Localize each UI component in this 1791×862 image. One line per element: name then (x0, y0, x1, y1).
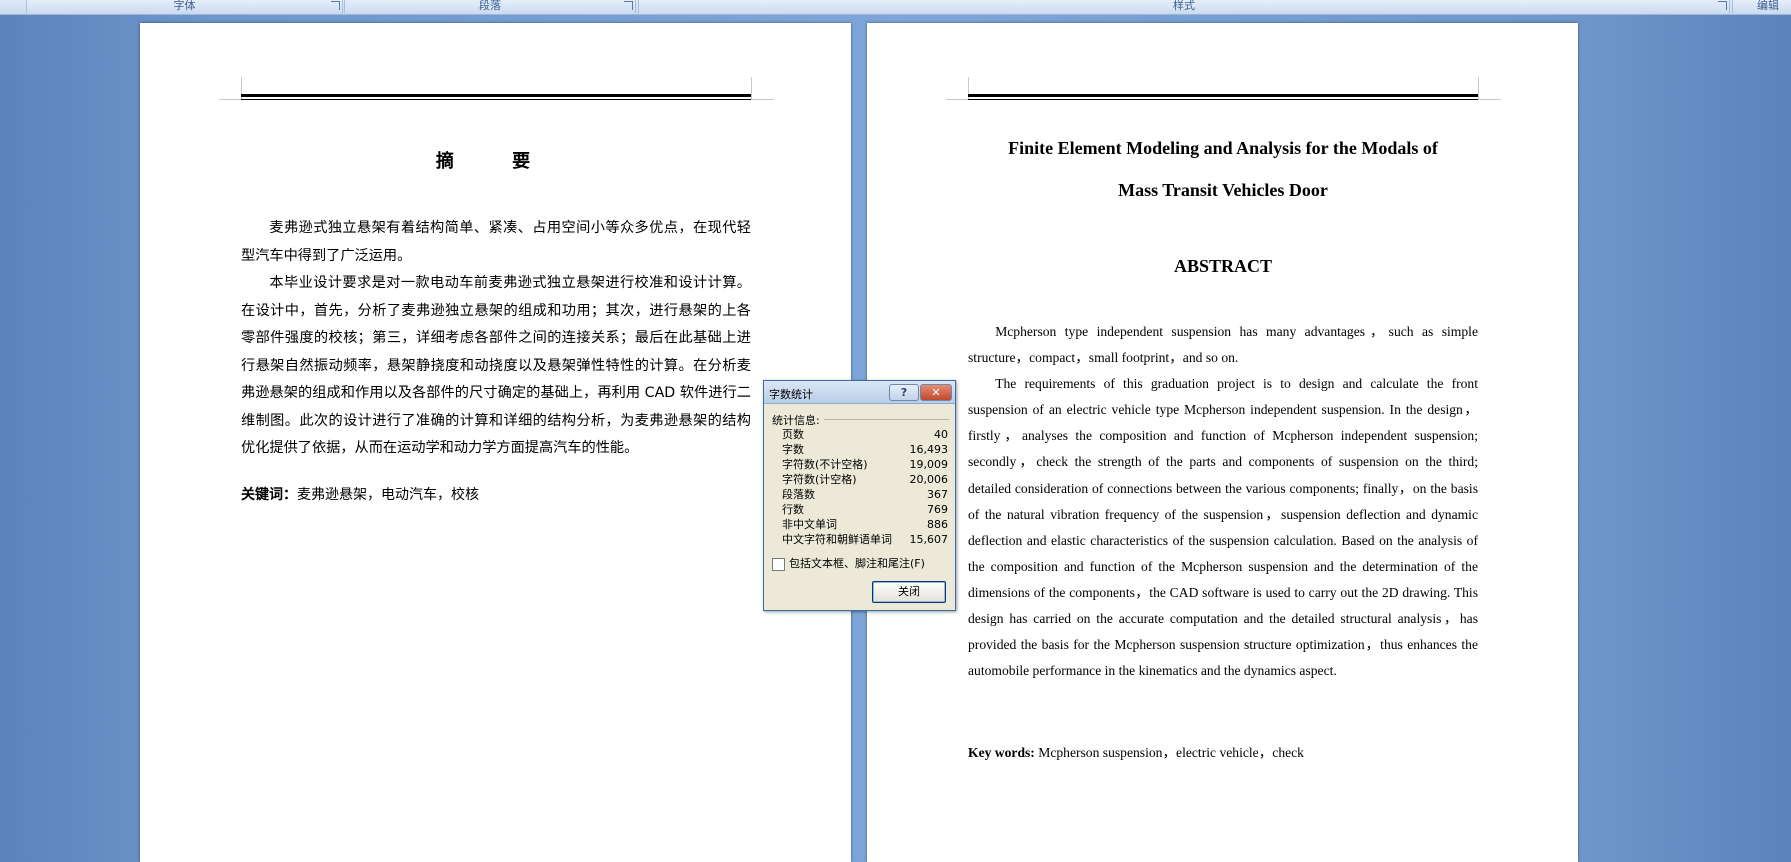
help-icon[interactable]: ? (889, 384, 919, 401)
stat-row: 非中文单词 886 (782, 517, 948, 532)
stat-label: 行数 (782, 503, 804, 516)
stat-value: 16,493 (909, 443, 949, 456)
keywords-text: Mcpherson suspension，electric vehicle，ch… (1038, 745, 1304, 760)
document-page-english-abstract[interactable]: Finite Element Modeling and Analysis for… (867, 23, 1578, 862)
keywords-label: 关键词： (241, 487, 297, 503)
stat-value: 40 (934, 428, 948, 441)
stat-label: 字符数(不计空格) (782, 458, 868, 471)
stat-label: 段落数 (782, 488, 815, 501)
document-page-chinese-abstract[interactable]: 摘 要 麦弗逊式独立悬架有着结构简单、紧凑、占用空间小等众多优点，在现代轻型汽车… (140, 23, 851, 862)
font-dialog-launcher-icon[interactable] (331, 1, 340, 10)
stat-label: 字数 (782, 443, 804, 456)
stat-row: 页数 40 (782, 427, 948, 442)
dialog-title: 字数统计 (769, 388, 813, 401)
ribbon-group-font: 字体 (26, 0, 343, 13)
header-rule (241, 94, 751, 100)
stat-row: 字数 16,493 (782, 442, 948, 457)
page-title: 摘 要 (435, 151, 557, 172)
header-rule (968, 94, 1478, 100)
margin-corner-mark (1478, 77, 1501, 100)
ribbon-group-editing-label: 编辑 (1757, 0, 1779, 12)
abstract-body: Mcpherson type independent suspension ha… (968, 319, 1478, 684)
margin-corner-mark (219, 77, 242, 100)
stat-label: 中文字符和朝鲜语单词 (782, 533, 892, 546)
paragraph-dialog-launcher-icon[interactable] (624, 1, 633, 10)
styles-dialog-launcher-icon[interactable] (1718, 1, 1727, 10)
close-button[interactable]: 关闭 (872, 581, 946, 603)
ribbon-group-font-label: 字体 (173, 0, 196, 12)
keywords-line: 关键词：麦弗逊悬架，电动汽车，校核 (241, 484, 479, 504)
ribbon-group-styles-label: 样式 (1173, 0, 1195, 12)
margin-corner-mark (751, 77, 774, 100)
include-textboxes-checkbox[interactable] (772, 557, 785, 571)
paragraph: 麦弗逊式独立悬架有着结构简单、紧凑、占用空间小等众多优点，在现代轻型汽车中得到了… (241, 220, 751, 264)
stat-row: 行数 769 (782, 502, 948, 517)
ribbon-strip: 字体 段落 样式 编辑 (0, 0, 1791, 15)
stat-row: 段落数 367 (782, 487, 948, 502)
stat-label: 页数 (782, 428, 804, 441)
include-textboxes-label: 包括文本框、脚注和尾注(F) (789, 557, 925, 570)
ribbon-group-paragraph: 段落 (344, 0, 636, 13)
include-textboxes-option[interactable]: 包括文本框、脚注和尾注(F) (772, 555, 925, 571)
thesis-title-line-1: Finite Element Modeling and Analysis for… (1008, 138, 1438, 158)
stat-row: 中文字符和朝鲜语单词 15,607 (782, 532, 948, 547)
stat-value: 20,006 (909, 473, 949, 486)
stat-label: 非中文单词 (782, 518, 837, 531)
abstract-heading: ABSTRACT (1173, 256, 1273, 276)
ribbon-group-paragraph-label: 段落 (479, 0, 501, 12)
word-count-dialog[interactable]: 字数统计 ? ✕ 统计信息: 页数 40 字数 16,493 字符数(不计空格)… (763, 380, 956, 611)
margin-corner-mark (946, 77, 969, 100)
stat-value: 15,607 (909, 533, 949, 546)
ribbon-group-editing: 编辑 (1732, 0, 1791, 13)
thesis-title-line-2: Mass Transit Vehicles Door (1118, 180, 1328, 200)
dialog-titlebar[interactable]: 字数统计 ? ✕ (764, 381, 955, 404)
stat-row: 字符数(计空格) 20,006 (782, 472, 948, 487)
paragraph: The requirements of this graduation proj… (968, 376, 1478, 679)
keywords-line: Key words: Mcpherson suspension，electric… (968, 741, 1304, 761)
stat-value: 367 (927, 488, 948, 501)
close-icon[interactable]: ✕ (920, 384, 952, 401)
keywords-text: 麦弗逊悬架，电动汽车，校核 (297, 487, 479, 503)
stat-label: 字符数(计空格) (782, 473, 857, 486)
paragraph: Mcpherson type independent suspension ha… (968, 324, 1478, 366)
stat-value: 886 (927, 518, 948, 531)
stats-divider (824, 419, 949, 420)
paragraph: 本毕业设计要求是对一款电动车前麦弗逊式独立悬架进行校准和设计计算。在设计中，首先… (241, 275, 751, 456)
abstract-body: 麦弗逊式独立悬架有着结构简单、紧凑、占用空间小等众多优点，在现代轻型汽车中得到了… (241, 215, 751, 463)
stat-value: 19,009 (909, 458, 949, 471)
stat-value: 769 (927, 503, 948, 516)
stat-row: 字符数(不计空格) 19,009 (782, 457, 948, 472)
keywords-label: Key words: (968, 745, 1035, 760)
stats-heading: 统计信息: (772, 414, 820, 427)
ribbon-group-styles: 样式 (638, 0, 1730, 13)
